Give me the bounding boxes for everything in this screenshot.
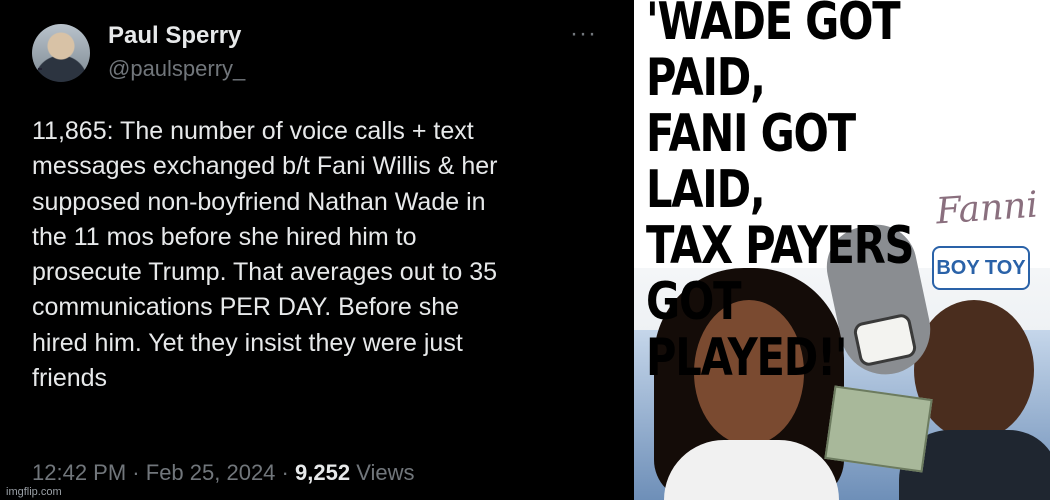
meme-headline: 'WADE GOT PAID, FANI GOT LAID, TAX PAYER… <box>646 0 915 388</box>
boy-toy-badge: BOY TOY <box>932 246 1030 290</box>
author-name[interactable]: Paul Sperry <box>108 22 241 50</box>
avatar[interactable] <box>32 24 90 82</box>
avatar-caption <box>38 68 42 70</box>
views-count[interactable]: 9,252 <box>295 460 350 485</box>
more-options-icon[interactable]: ··· <box>570 20 597 48</box>
meme-image: 'WADE GOT PAID, FANI GOT LAID, TAX PAYER… <box>634 0 1050 500</box>
tweet-date[interactable]: Feb 25, 2024 <box>146 460 276 485</box>
tweet-text: 11,865: The number of voice calls + text… <box>32 117 498 393</box>
meta-separator: · <box>281 460 289 485</box>
tweet-time[interactable]: 12:42 PM <box>32 460 126 485</box>
tweet-meta: 12:42 PM · Feb 25, 2024 · 9,252 Views <box>32 460 414 486</box>
money-stack-illustration <box>824 385 933 473</box>
tweet-card: Paul Sperry @paulsperry_ ··· 11,865: The… <box>0 0 630 500</box>
signature-text: Fanni <box>934 184 1040 233</box>
meta-separator: · <box>132 460 140 485</box>
imgflip-watermark: imgflip.com <box>6 486 62 498</box>
views-label: Views <box>356 460 415 485</box>
author-handle[interactable]: @paulsperry_ <box>108 56 245 82</box>
